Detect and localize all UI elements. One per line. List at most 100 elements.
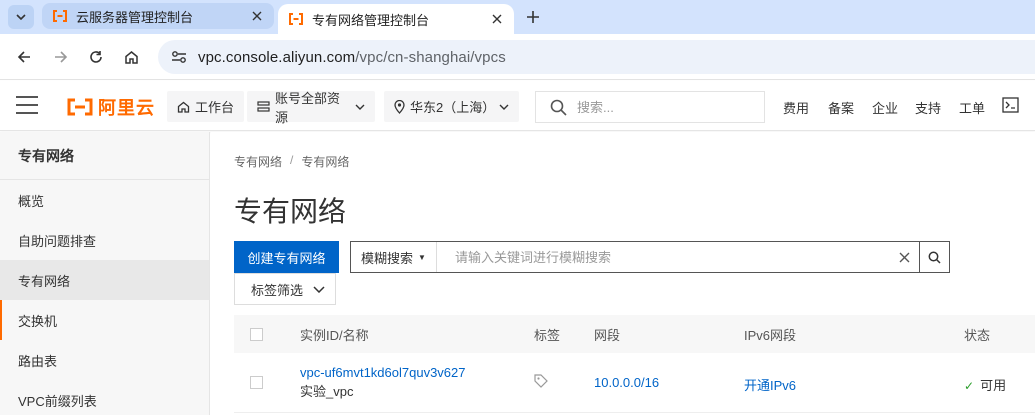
- tab-title: 专有网络管理控制台: [312, 12, 430, 28]
- logo-text: 阿里云: [98, 98, 155, 118]
- home-icon: [177, 101, 190, 113]
- breadcrumb-item: 专有网络: [301, 155, 350, 169]
- browser-tab-vpc[interactable]: 专有网络管理控制台: [278, 4, 514, 34]
- aliyun-favicon-icon: [288, 13, 304, 25]
- site-info-icon[interactable]: [168, 46, 190, 68]
- sidebar-item-label: VPC前缀列表: [18, 393, 97, 409]
- console-search-input[interactable]: [577, 99, 747, 115]
- close-icon[interactable]: [246, 5, 268, 27]
- url-path: /vpc/cn-shanghai/vpcs: [355, 48, 506, 66]
- menu-icon[interactable]: [16, 96, 38, 116]
- workbench-button[interactable]: 工作台: [167, 91, 245, 122]
- tag-filter-dropdown[interactable]: 标签筛选: [234, 273, 336, 305]
- chevron-down-icon: [16, 14, 26, 20]
- create-vpc-button[interactable]: 创建专有网络: [234, 241, 339, 273]
- filter-type-label: 模糊搜索: [361, 250, 414, 266]
- chevron-down-icon: [313, 285, 325, 293]
- browser-tab-ecs[interactable]: 云服务器管理控制台: [42, 3, 274, 29]
- region-label: 华东2（上海）: [410, 100, 496, 115]
- sidebar-item-label: 交换机: [18, 313, 58, 329]
- sidebar-item-label: 概览: [18, 193, 45, 209]
- chevron-down-icon: [499, 104, 509, 110]
- sidebar-item-label: 专有网络: [18, 273, 71, 289]
- sidebar-item-vswitch[interactable]: 交换机: [0, 300, 209, 340]
- caret-down-icon: ▼: [418, 252, 426, 262]
- chevron-down-icon: [355, 104, 365, 110]
- sidebar-title: 专有网络: [0, 132, 209, 180]
- home-button[interactable]: [119, 45, 143, 69]
- column-header-id: 实例ID/名称: [300, 327, 369, 343]
- console-search[interactable]: [535, 91, 765, 123]
- address-bar[interactable]: vpc.console.aliyun.com/vpc/cn-shanghai/v…: [158, 40, 1035, 74]
- tab-title: 云服务器管理控制台: [76, 9, 194, 25]
- breadcrumb-item[interactable]: 专有网络: [234, 153, 282, 170]
- location-pin-icon: [394, 99, 405, 114]
- search-input[interactable]: [436, 242, 889, 272]
- sidebar: 专有网络 概览 自助问题排查 专有网络 交换机 路由表 VPC前缀列表: [0, 132, 210, 415]
- aliyun-favicon-icon: [52, 10, 68, 22]
- column-header-tags: 标签: [534, 327, 561, 343]
- tag-filter-label: 标签筛选: [251, 282, 304, 298]
- status-badge: ✓ 可用: [964, 375, 1006, 394]
- filter-type-select[interactable]: 模糊搜索 ▼: [351, 242, 437, 272]
- new-tab-button[interactable]: [521, 5, 545, 29]
- checkmark-icon: ✓: [964, 379, 975, 393]
- instance-id-link[interactable]: vpc-uf6mvt1kd6ol7quv3v627: [300, 363, 466, 382]
- tab-search-button[interactable]: [8, 5, 34, 29]
- close-icon[interactable]: [486, 8, 508, 30]
- sidebar-item-route-table[interactable]: 路由表: [0, 340, 209, 380]
- column-header-ipv6: IPv6网段: [744, 327, 797, 343]
- search-filter: 模糊搜索 ▼: [350, 241, 950, 273]
- search-button[interactable]: [919, 242, 949, 272]
- reload-button[interactable]: [84, 45, 108, 69]
- browser-toolbar: vpc.console.aliyun.com/vpc/cn-shanghai/v…: [0, 34, 1035, 80]
- terminal-icon[interactable]: [1002, 97, 1019, 118]
- console-header: 阿里云 工作台 账号全部资源 华东2（上海） 费用 备案 企业 支持 工单: [0, 81, 1035, 131]
- sidebar-item-troubleshoot[interactable]: 自助问题排查: [0, 220, 209, 260]
- sidebar-marker: [0, 300, 2, 340]
- url-host: vpc.console.aliyun.com: [198, 48, 356, 66]
- search-icon: [928, 251, 941, 264]
- sidebar-item-vpc[interactable]: 专有网络: [0, 260, 209, 300]
- row-checkbox[interactable]: [250, 376, 263, 389]
- workbench-label: 工作台: [195, 100, 235, 115]
- header-link-support[interactable]: 支持: [915, 98, 941, 117]
- reload-icon: [90, 51, 102, 63]
- table-header: 实例ID/名称 标签 网段 IPv6网段 状态: [234, 315, 1035, 353]
- resources-label: 账号全部资源: [275, 90, 341, 125]
- header-link-billing[interactable]: 费用: [783, 98, 809, 117]
- header-link-enterprise[interactable]: 企业: [872, 98, 898, 117]
- breadcrumb-separator: /: [290, 153, 294, 167]
- url-text: vpc.console.aliyun.com/vpc/cn-shanghai/v…: [198, 49, 506, 66]
- arrow-left-icon: [17, 51, 30, 63]
- breadcrumb: 专有网络 / 专有网络: [234, 153, 349, 170]
- plus-icon: [527, 11, 539, 23]
- sidebar-item-prefix-list[interactable]: VPC前缀列表: [0, 380, 209, 420]
- browser-tab-strip: 云服务器管理控制台 专有网络管理控制台: [0, 0, 1035, 34]
- cidr-link[interactable]: 10.0.0.0/16: [594, 375, 659, 390]
- column-header-cidr: 网段: [594, 327, 621, 343]
- header-link-ticket[interactable]: 工单: [959, 98, 985, 117]
- main-content: 专有网络 / 专有网络 专有网络 创建专有网络 模糊搜索 ▼ 标签筛选 实例ID…: [211, 132, 1035, 415]
- aliyun-logo-icon: [67, 98, 93, 116]
- sidebar-item-label: 自助问题排查: [18, 233, 97, 249]
- search-icon: [550, 99, 567, 116]
- column-header-status: 状态: [964, 327, 991, 343]
- clear-icon[interactable]: [889, 242, 919, 272]
- select-all-checkbox[interactable]: [250, 327, 263, 341]
- resources-dropdown[interactable]: 账号全部资源: [247, 91, 375, 125]
- tag-icon[interactable]: [534, 374, 548, 391]
- region-dropdown[interactable]: 华东2（上海）: [384, 91, 519, 122]
- table-row: vpc-uf6mvt1kd6ol7quv3v627 实验_vpc 10.0.0.…: [234, 353, 1035, 413]
- instance-cell: vpc-uf6mvt1kd6ol7quv3v627 实验_vpc: [300, 363, 466, 401]
- vpc-table: 实例ID/名称 标签 网段 IPv6网段 状态 vpc-uf6mvt1kd6ol…: [234, 315, 1035, 413]
- aliyun-logo[interactable]: 阿里云: [66, 94, 155, 120]
- enable-ipv6-link[interactable]: 开通IPv6: [744, 375, 796, 394]
- header-link-icp[interactable]: 备案: [828, 98, 854, 117]
- back-button[interactable]: [12, 45, 36, 69]
- page-title: 专有网络: [234, 196, 347, 227]
- forward-button[interactable]: [49, 45, 73, 69]
- sidebar-item-label: 路由表: [18, 353, 58, 369]
- home-icon: [124, 51, 138, 64]
- sidebar-item-overview[interactable]: 概览: [0, 180, 209, 220]
